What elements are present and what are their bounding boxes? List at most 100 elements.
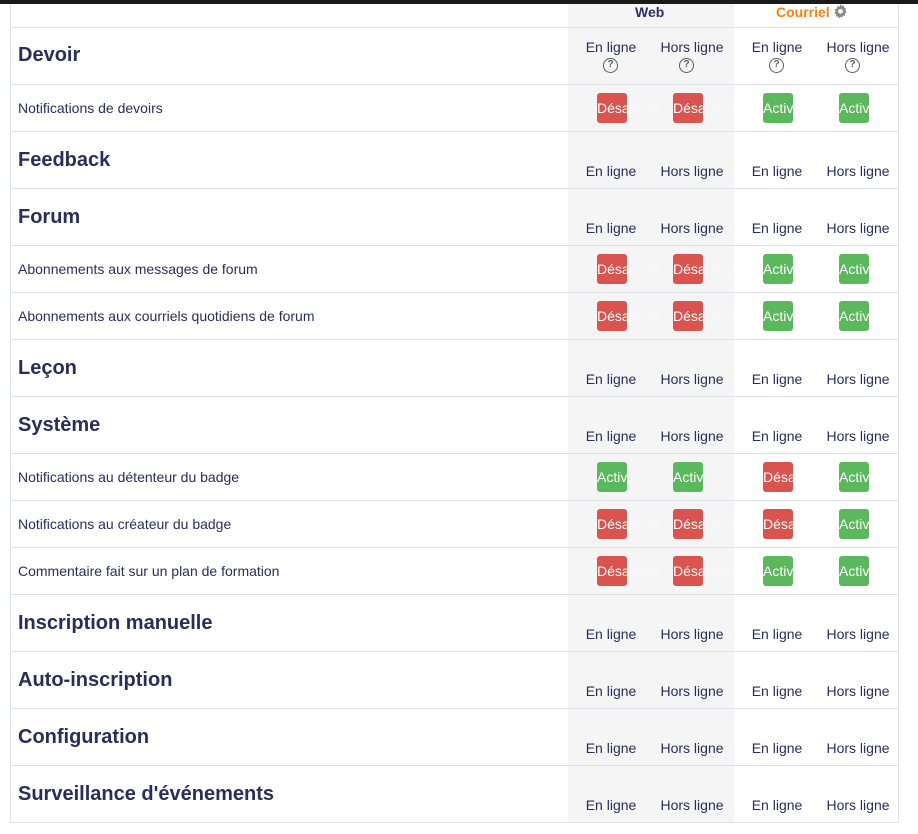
toggle-label: Activ [839, 516, 870, 532]
section-row: Forum En ligne Hors ligne En ligne Hors lign… [11, 189, 898, 246]
state-online-label: En ligne [751, 371, 803, 387]
toggle-enabled-button[interactable]: Activ [763, 556, 793, 586]
toggle-disabled-button[interactable]: Désactivé [597, 301, 658, 331]
notification-label: Notifications au créateur du badge [18, 516, 232, 532]
toggle-enabled-button[interactable]: Activ [763, 254, 793, 284]
toggle-enabled-button[interactable]: Activ [839, 462, 869, 492]
state-offline-label: Hors ligne [826, 740, 890, 756]
state-online-label: En ligne [751, 39, 803, 55]
state-online-label: En ligne [751, 797, 803, 813]
toggle-enabled-button[interactable]: Activ [673, 462, 703, 492]
notification-row: Abonnements aux courriels quotidiens de … [11, 293, 898, 340]
toggle-label: Activ [839, 261, 870, 277]
state-offline-label: Hors ligne [826, 220, 890, 236]
state-offline-label: Hors ligne [660, 626, 724, 642]
notification-row: Notifications de devoirs Désactivé Désacti… [11, 85, 898, 132]
state-online-label: En ligne [585, 163, 637, 179]
state-offline-label: Hors ligne [660, 740, 724, 756]
toggle-disabled-button[interactable]: Désactivé [673, 509, 734, 539]
section-title: Configuration [18, 726, 150, 748]
toggle-enabled-button[interactable]: Activ [763, 301, 793, 331]
toggle-enabled-button[interactable]: Activ [839, 93, 869, 123]
section-row: Leçon En ligne Hors ligne En ligne Hors lign… [11, 340, 898, 397]
state-offline-label: Hors ligne [660, 371, 724, 387]
toggle-disabled-button[interactable]: Désa [763, 509, 796, 539]
toggle-label: Désactivé [597, 308, 659, 324]
toggle-label: Désactivé [673, 100, 735, 116]
state-online-label: En ligne [751, 683, 803, 699]
toggle-enabled-button[interactable]: Activ [839, 254, 869, 284]
state-online-label: En ligne [751, 740, 803, 756]
section-row: Configuration En ligne Hors ligne En ligne H… [11, 709, 898, 766]
toggle-label: Activ [839, 563, 870, 579]
toggle-enabled-button[interactable]: Activ [763, 93, 793, 123]
processor-web-label: Web [635, 4, 665, 20]
processor-email-label: Courriel [776, 4, 830, 20]
toggle-disabled-button[interactable]: Désactivé [673, 556, 734, 586]
notification-label: Commentaire fait sur un plan de formatio… [18, 563, 280, 579]
notification-row: Notifications au créateur du badge Désact… [11, 501, 898, 548]
state-online-label: En ligne [585, 797, 637, 813]
notification-row: Commentaire fait sur un plan de formatio… [11, 548, 898, 595]
section-title: Système [18, 414, 101, 436]
toggle-disabled-button[interactable]: Désa [763, 462, 796, 492]
section-title: Feedback [18, 149, 111, 171]
toggle-label: Désactivé [673, 516, 735, 532]
state-online-label: En ligne [751, 220, 803, 236]
toggle-disabled-button[interactable]: Désactivé [673, 93, 734, 123]
state-online-label: En ligne [585, 740, 637, 756]
section-row: Devoir En ligne? Hors ligne? En ligne? Hors … [11, 28, 898, 85]
toggle-disabled-button[interactable]: Désactivé [597, 509, 658, 539]
section-title: Devoir [18, 44, 81, 66]
state-online-label: En ligne [585, 220, 637, 236]
toggle-enabled-button[interactable]: Activ [597, 462, 627, 492]
toggle-disabled-button[interactable]: Désactivé [673, 301, 734, 331]
toggle-label: Désa [763, 516, 796, 532]
state-offline-label: Hors ligne [660, 220, 724, 236]
toggle-disabled-button[interactable]: Désactivé [597, 93, 658, 123]
toggle-label: Désactivé [597, 100, 659, 116]
help-icon[interactable]: ? [603, 58, 618, 73]
toggle-label: Activ [839, 100, 870, 116]
section-row: Surveillance d'événements En ligne Hors li… [11, 766, 898, 823]
state-offline-label: Hors ligne [660, 428, 724, 444]
state-offline-label: Hors ligne [660, 39, 724, 55]
toggle-disabled-button[interactable]: Désactivé [597, 254, 658, 284]
section-title: Auto-inscription [18, 669, 173, 691]
toggle-disabled-button[interactable]: Désactivé [597, 556, 658, 586]
toggle-label: Désactivé [673, 261, 735, 277]
state-offline-label: Hors ligne [826, 683, 890, 699]
section-title: Surveillance d'événements [18, 783, 274, 805]
help-icon[interactable]: ? [769, 58, 784, 73]
toggle-label: Désactivé [597, 261, 659, 277]
processor-header-row: Web Courriel [11, 4, 898, 28]
notification-row: Abonnements aux messages de forum Désacti… [11, 246, 898, 293]
state-online-label: En ligne [751, 163, 803, 179]
help-icon[interactable]: ? [845, 58, 860, 73]
section-title: Forum [18, 206, 81, 228]
processor-email-header: Courriel [776, 4, 848, 22]
toggle-disabled-button[interactable]: Désactivé [673, 254, 734, 284]
state-offline-label: Hors ligne [826, 626, 890, 642]
toggle-enabled-button[interactable]: Activ [839, 556, 869, 586]
notification-label: Notifications au détenteur du badge [18, 469, 240, 485]
notification-preferences-table: Web Courriel Devoir En ligne? Hors ligne? E… [10, 4, 899, 823]
toggle-label: Activ [673, 469, 704, 485]
toggle-label: Désactivé [597, 516, 659, 532]
toggle-label: Désactivé [673, 563, 735, 579]
state-offline-label: Hors ligne [660, 797, 724, 813]
state-offline-label: Hors ligne [826, 163, 890, 179]
gear-icon[interactable] [833, 4, 848, 22]
toggle-label: Désa [763, 469, 796, 485]
state-online-label: En ligne [585, 39, 637, 55]
help-icon[interactable]: ? [679, 58, 694, 73]
state-online-label: En ligne [585, 683, 637, 699]
state-offline-label: Hors ligne [660, 683, 724, 699]
state-offline-label: Hors ligne [826, 39, 890, 55]
state-offline-label: Hors ligne [660, 163, 724, 179]
section-row: Feedback En ligne Hors ligne En ligne Hors l… [11, 132, 898, 189]
toggle-enabled-button[interactable]: Activ [839, 509, 869, 539]
state-offline-label: Hors ligne [826, 371, 890, 387]
toggle-enabled-button[interactable]: Activ [839, 301, 869, 331]
section-row: Inscription manuelle En ligne Hors ligne En… [11, 595, 898, 652]
